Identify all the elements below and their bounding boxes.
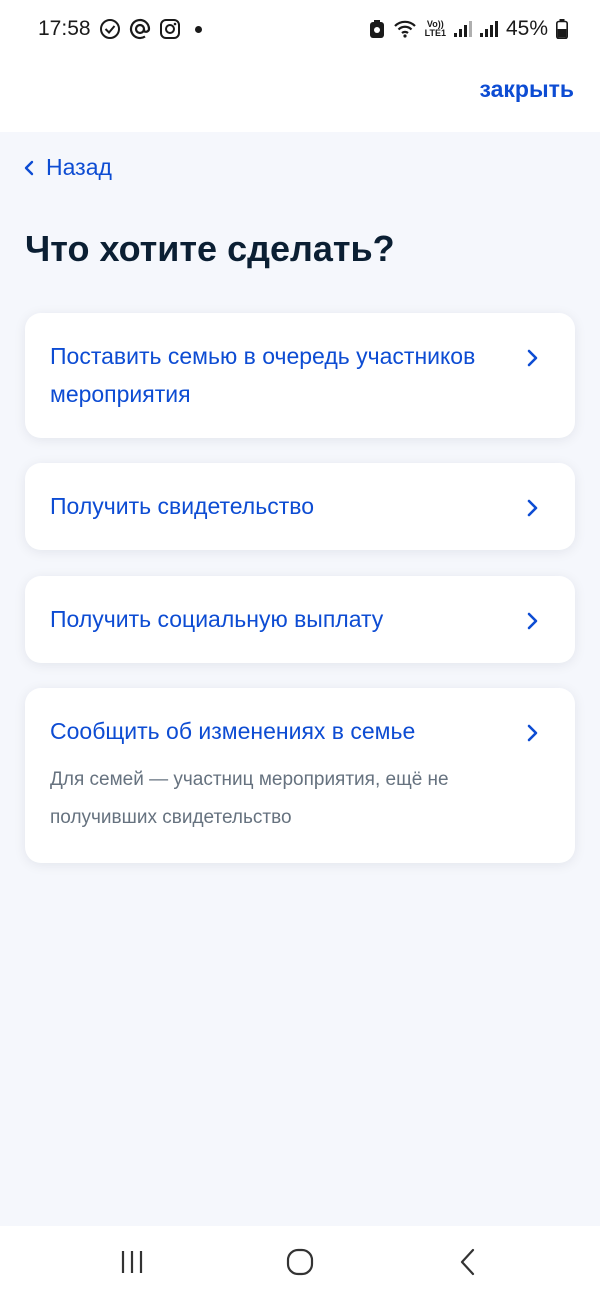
chevron-right-icon xyxy=(527,349,538,367)
battery-icon xyxy=(556,19,568,39)
top-header: закрыть xyxy=(0,58,600,132)
wifi-icon xyxy=(393,19,417,39)
home-icon[interactable] xyxy=(285,1247,315,1277)
option-title: Сообщить об изменениях в семье xyxy=(50,718,416,744)
instagram-icon xyxy=(159,18,181,40)
back-link-label: Назад xyxy=(46,154,112,180)
option-title: Получить социальную выплату xyxy=(50,606,384,632)
option-card-certificate[interactable]: Получить свидетельство xyxy=(25,463,575,550)
navigation-bar xyxy=(0,1226,600,1299)
check-circle-icon xyxy=(99,18,121,40)
close-link[interactable]: закрыть xyxy=(479,76,574,103)
signal-icon xyxy=(479,21,498,37)
chevron-right-icon xyxy=(527,612,538,630)
battery-percent: 45% xyxy=(505,17,548,40)
status-bar-right: Vo)) LTE1 45% xyxy=(369,17,568,41)
recent-apps-icon[interactable] xyxy=(118,1248,146,1276)
status-time: 17:58 xyxy=(38,17,91,40)
battery-saver-icon xyxy=(369,19,385,39)
option-card-family-changes[interactable]: Сообщить об изменениях в семье Для семей… xyxy=(25,688,575,863)
option-description: Для семей — участниц мероприятия, ещё не… xyxy=(50,769,449,828)
back-link[interactable]: Назад xyxy=(24,154,112,181)
at-icon xyxy=(129,18,151,40)
option-title: Поставить семью в очередь участников мер… xyxy=(50,343,476,407)
back-icon[interactable] xyxy=(458,1247,478,1277)
chevron-right-icon xyxy=(527,724,538,742)
option-card-queue[interactable]: Поставить семью в очередь участников мер… xyxy=(25,313,575,438)
status-bar-left: 17:58 xyxy=(38,17,202,41)
lte-indicator: Vo)) LTE1 xyxy=(424,19,446,38)
chevron-left-icon xyxy=(24,160,34,175)
chevron-right-icon xyxy=(527,499,538,517)
signal-icon xyxy=(453,21,472,37)
status-bar: 17:58 Vo)) LTE1 45% xyxy=(0,0,600,58)
page-title: Что хотите сделать? xyxy=(25,228,395,269)
option-title: Получить свидетельство xyxy=(50,493,314,519)
option-card-payment[interactable]: Получить социальную выплату xyxy=(25,576,575,663)
dot-icon xyxy=(194,25,202,33)
